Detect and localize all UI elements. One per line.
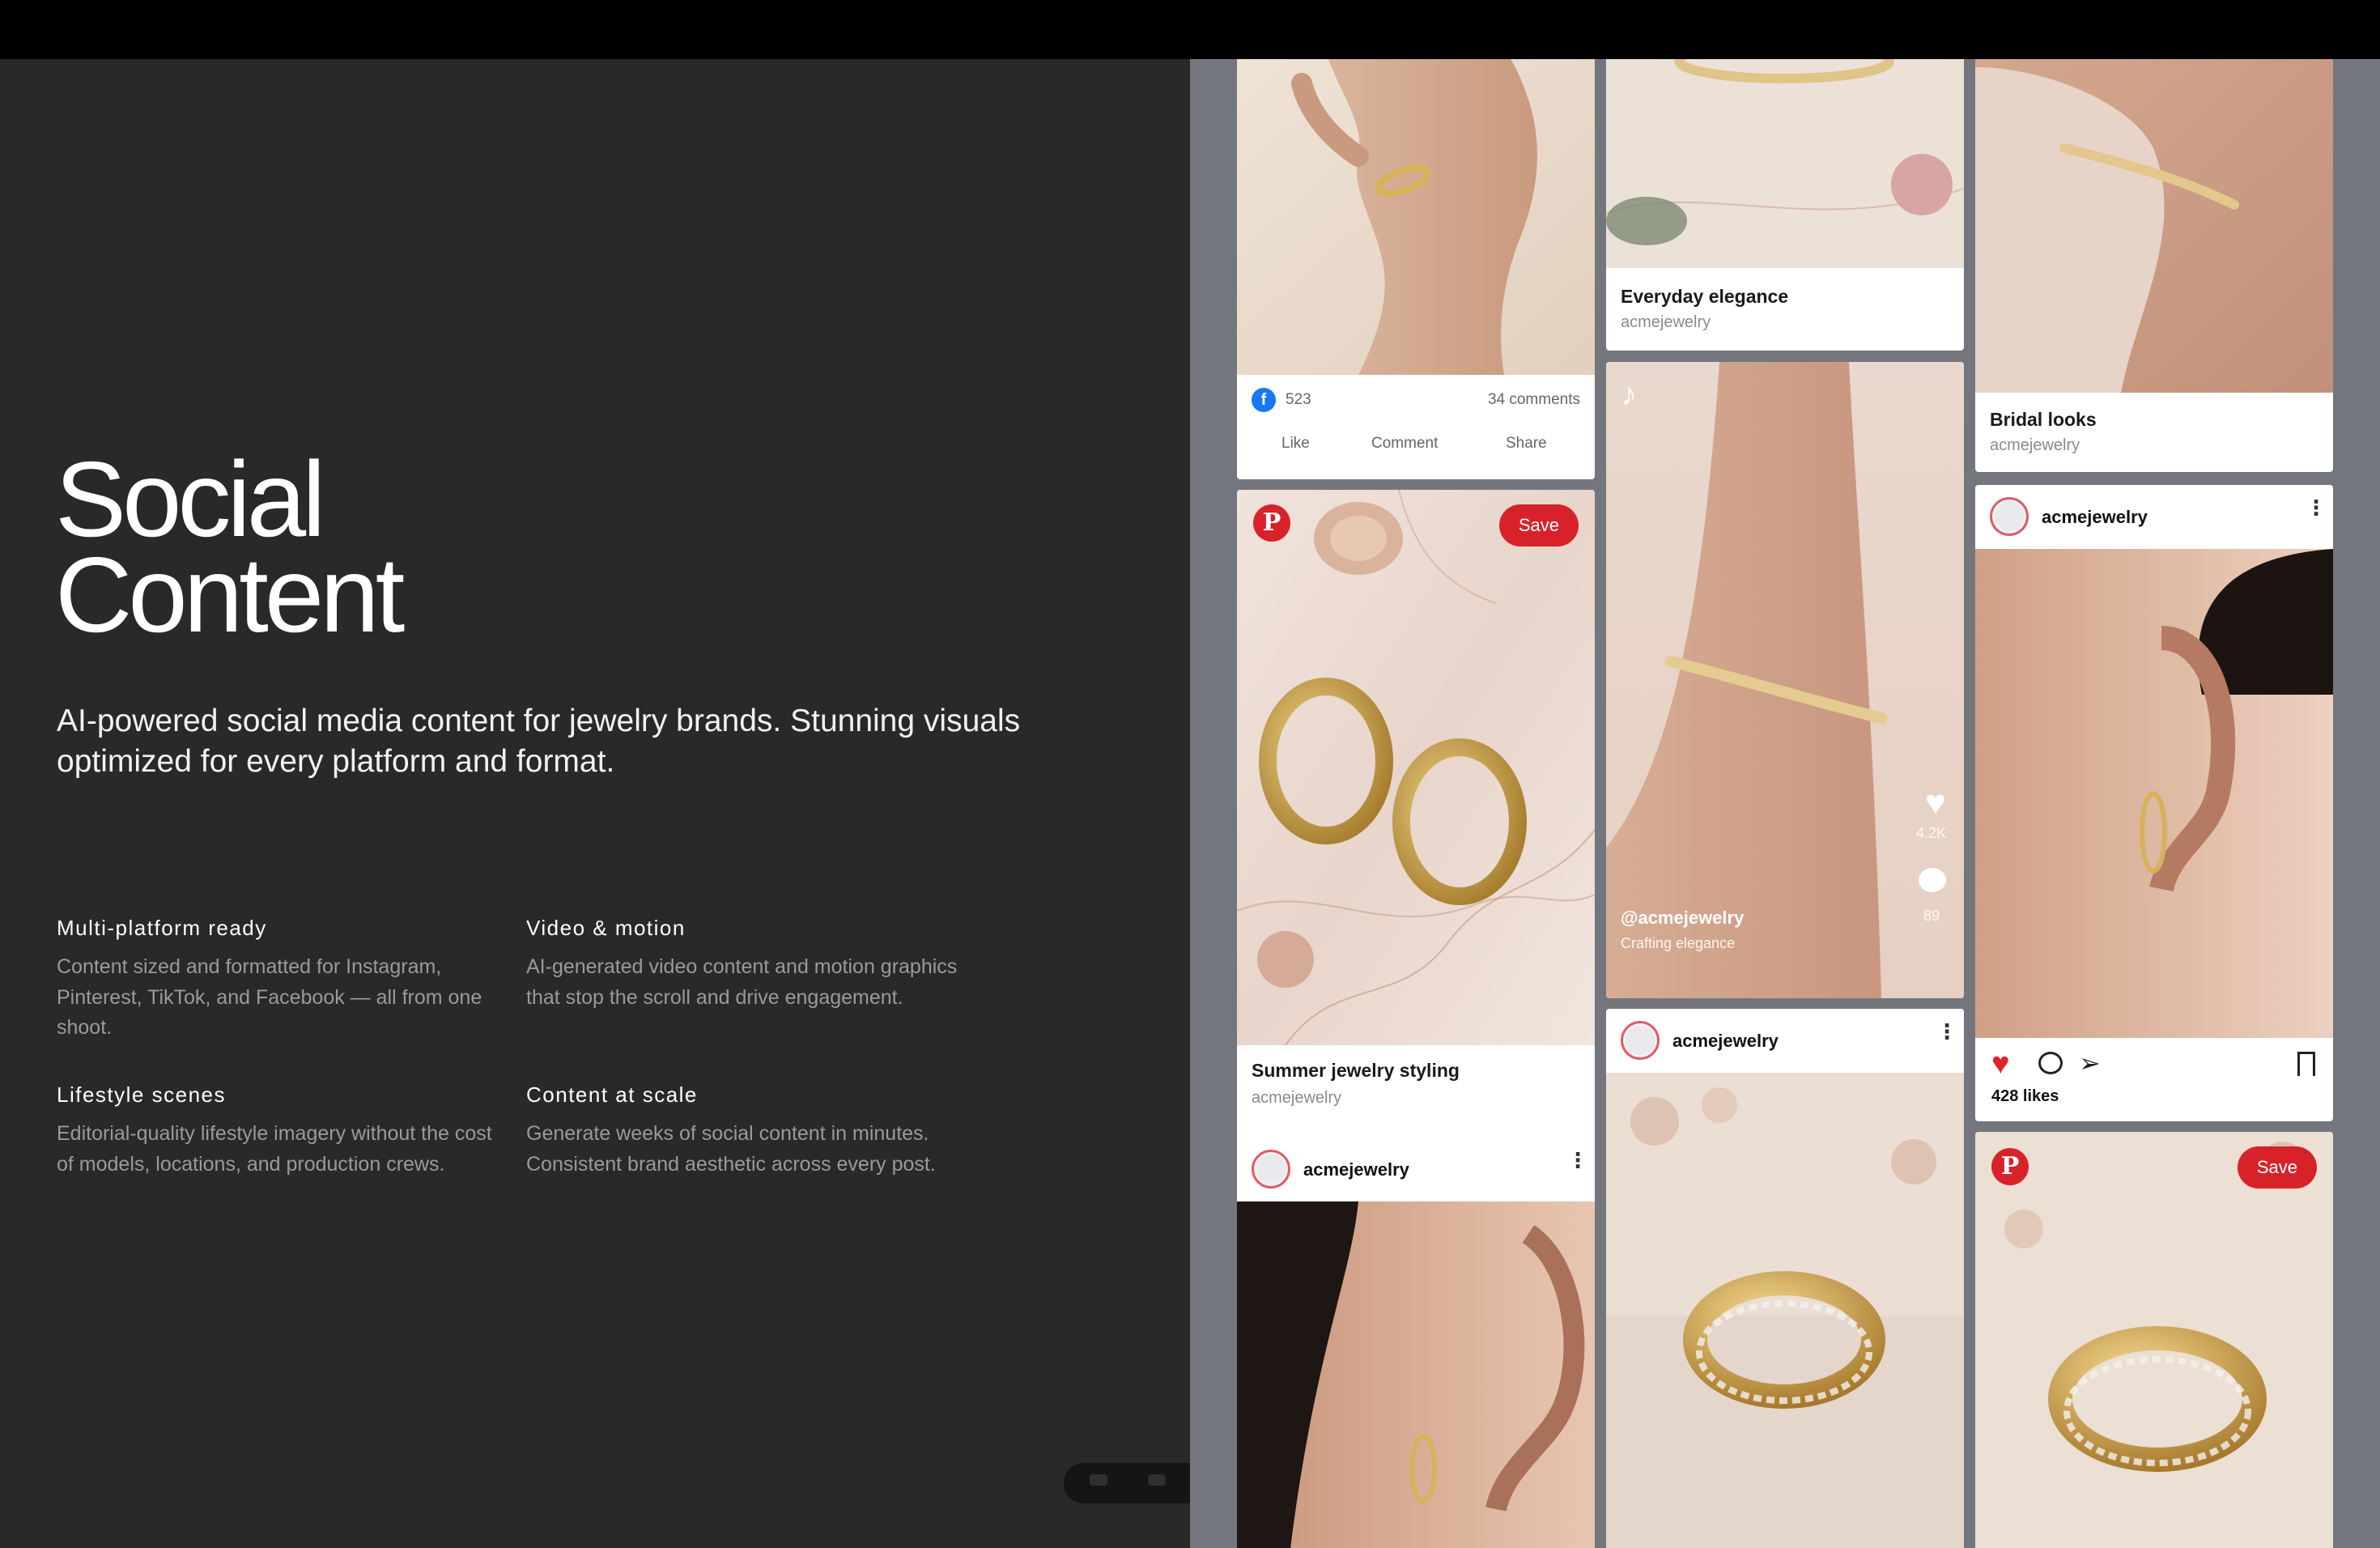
feature-content-at-scale: Content at scale Generate weeks of socia… [526, 1082, 1012, 1180]
pinterest-icon: P [1253, 504, 1290, 542]
tiktok-handle[interactable]: @acmejewelry [1621, 908, 1744, 929]
ear-earring-closeup-photo [1975, 549, 2333, 1038]
tiktok-likes: 4.2K [1915, 825, 1946, 841]
ring-flowers-photo [1606, 1073, 1964, 1548]
page-title: Social Content [55, 440, 405, 654]
comment-button[interactable]: Comment [1371, 435, 1438, 453]
more-options-icon[interactable]: ⋮ [2306, 497, 2327, 518]
ring-marble-photo [1975, 1132, 2333, 1548]
feature-text: AI-generated video content and motion gr… [526, 955, 958, 1009]
intro-panel: Social Content AI-powered social media c… [0, 59, 1190, 1548]
title-line-1: Social [55, 440, 326, 559]
pin-title: Everyday elegance [1621, 286, 1789, 307]
pinterest-icon: P [1991, 1148, 2029, 1185]
tiktok-caption: Crafting elegance [1621, 935, 1736, 951]
feature-video-motion: Video & motion AI-generated video conten… [526, 916, 980, 1013]
facebook-actions-row: Like Comment Share [1237, 435, 1595, 459]
dock-icon[interactable] [1148, 1474, 1166, 1486]
share-button[interactable]: Share [1506, 435, 1547, 453]
facebook-icon: f [1252, 388, 1276, 412]
pinterest-pin-ring[interactable]: P Save [1975, 1132, 2333, 1548]
comment-bubble-icon[interactable] [1919, 868, 1946, 892]
feature-title: Content at scale [526, 1082, 698, 1107]
page-subtitle: AI-powered social media content for jewe… [57, 704, 1021, 779]
pinterest-pin-earrings[interactable]: P Save Summer jewelry styling acmejewelr… [1237, 490, 1595, 1186]
title-line-2: Content [55, 535, 405, 654]
like-count: 428 likes [1991, 1087, 2059, 1105]
pin-save-button[interactable]: Save [1498, 504, 1579, 546]
avatar[interactable] [1252, 1150, 1290, 1189]
hoop-earrings-photo [1237, 490, 1595, 1045]
like-button[interactable]: Like [1281, 435, 1310, 453]
feature-title: Multi-platform ready [57, 916, 267, 940]
feature-text: Generate weeks of social content in minu… [526, 1122, 936, 1176]
more-options-icon[interactable]: ⋮ [1936, 1021, 1957, 1042]
hand-ring-photo [1237, 59, 1595, 375]
wrist-bracelet-photo [1606, 362, 1964, 998]
feature-title: Lifestyle scenes [57, 1082, 226, 1107]
more-options-icon[interactable]: ⋮ [1567, 1150, 1588, 1171]
account-name[interactable]: acmejewelry [1672, 1031, 1779, 1052]
account-name[interactable]: acmejewelry [2042, 507, 2148, 528]
social-grid: f 523 34 comments Like Comment Share P S… [1190, 59, 2380, 1548]
bracelet-marble-photo [1606, 59, 1964, 268]
pin-handle: acmejewelry [1621, 313, 1711, 331]
bracelet-arm-photo [1975, 59, 2333, 393]
send-icon[interactable]: ➢ [2079, 1047, 2101, 1079]
tiktok-icon: ♪ [1621, 376, 1637, 412]
avatar[interactable] [1621, 1021, 1660, 1060]
dock-icon[interactable] [1090, 1474, 1107, 1486]
instagram-post-ear-1[interactable]: acmejewelry ⋮ [1237, 1138, 1595, 1548]
comment-count[interactable]: 34 comments [1488, 391, 1580, 409]
post-header: acmejewelry ⋮ [1975, 485, 2333, 549]
like-heart-icon[interactable]: ♥ [1925, 783, 1946, 823]
feature-multi-platform: Multi-platform ready Content sized and f… [57, 916, 510, 1044]
post-header: acmejewelry ⋮ [1237, 1138, 1595, 1201]
feature-text: Editorial-quality lifestyle imagery with… [57, 1122, 492, 1176]
feature-text: Content sized and formatted for Instagra… [57, 955, 482, 1039]
tiktok-comments: 89 [1923, 908, 1940, 924]
feature-title: Video & motion [526, 916, 686, 940]
bookmark-icon[interactable] [2297, 1052, 2315, 1076]
pinterest-pin-bridal[interactable]: Bridal looks acmejewelry [1975, 59, 2333, 472]
reaction-count: 523 [1286, 391, 1311, 408]
top-bar [0, 0, 2380, 59]
facebook-stats-row: f 523 34 comments [1237, 388, 1595, 412]
pin-handle: acmejewelry [1252, 1089, 1342, 1107]
pin-handle: acmejewelry [1990, 436, 2080, 454]
pin-save-button[interactable]: Save [2237, 1146, 2317, 1189]
instagram-post-ring-1[interactable]: acmejewelry ⋮ [1606, 1009, 1964, 1548]
account-name[interactable]: acmejewelry [1303, 1159, 1409, 1180]
avatar[interactable] [1990, 497, 2029, 536]
heart-filled-icon[interactable]: ♥ [1991, 1048, 2010, 1080]
comment-icon[interactable] [2038, 1052, 2063, 1074]
instagram-post-ear-2[interactable]: acmejewelry ⋮ ♥ ➢ 428 likes [1975, 485, 2333, 1121]
pin-title: Bridal looks [1990, 409, 2097, 430]
pinterest-pin-elegance[interactable]: Everyday elegance acmejewelry [1606, 59, 1964, 351]
tiktok-video-card[interactable]: ♪ ♥ 4.2K 89 @acmejewelry Crafting elegan… [1606, 362, 1964, 998]
feature-lifestyle-scenes: Lifestyle scenes Editorial-quality lifes… [57, 1082, 510, 1180]
facebook-post-card[interactable]: f 523 34 comments Like Comment Share [1237, 59, 1595, 479]
ear-earring-photo [1237, 1201, 1595, 1548]
pin-title: Summer jewelry styling [1252, 1060, 1460, 1081]
post-header: acmejewelry ⋮ [1606, 1009, 1964, 1073]
